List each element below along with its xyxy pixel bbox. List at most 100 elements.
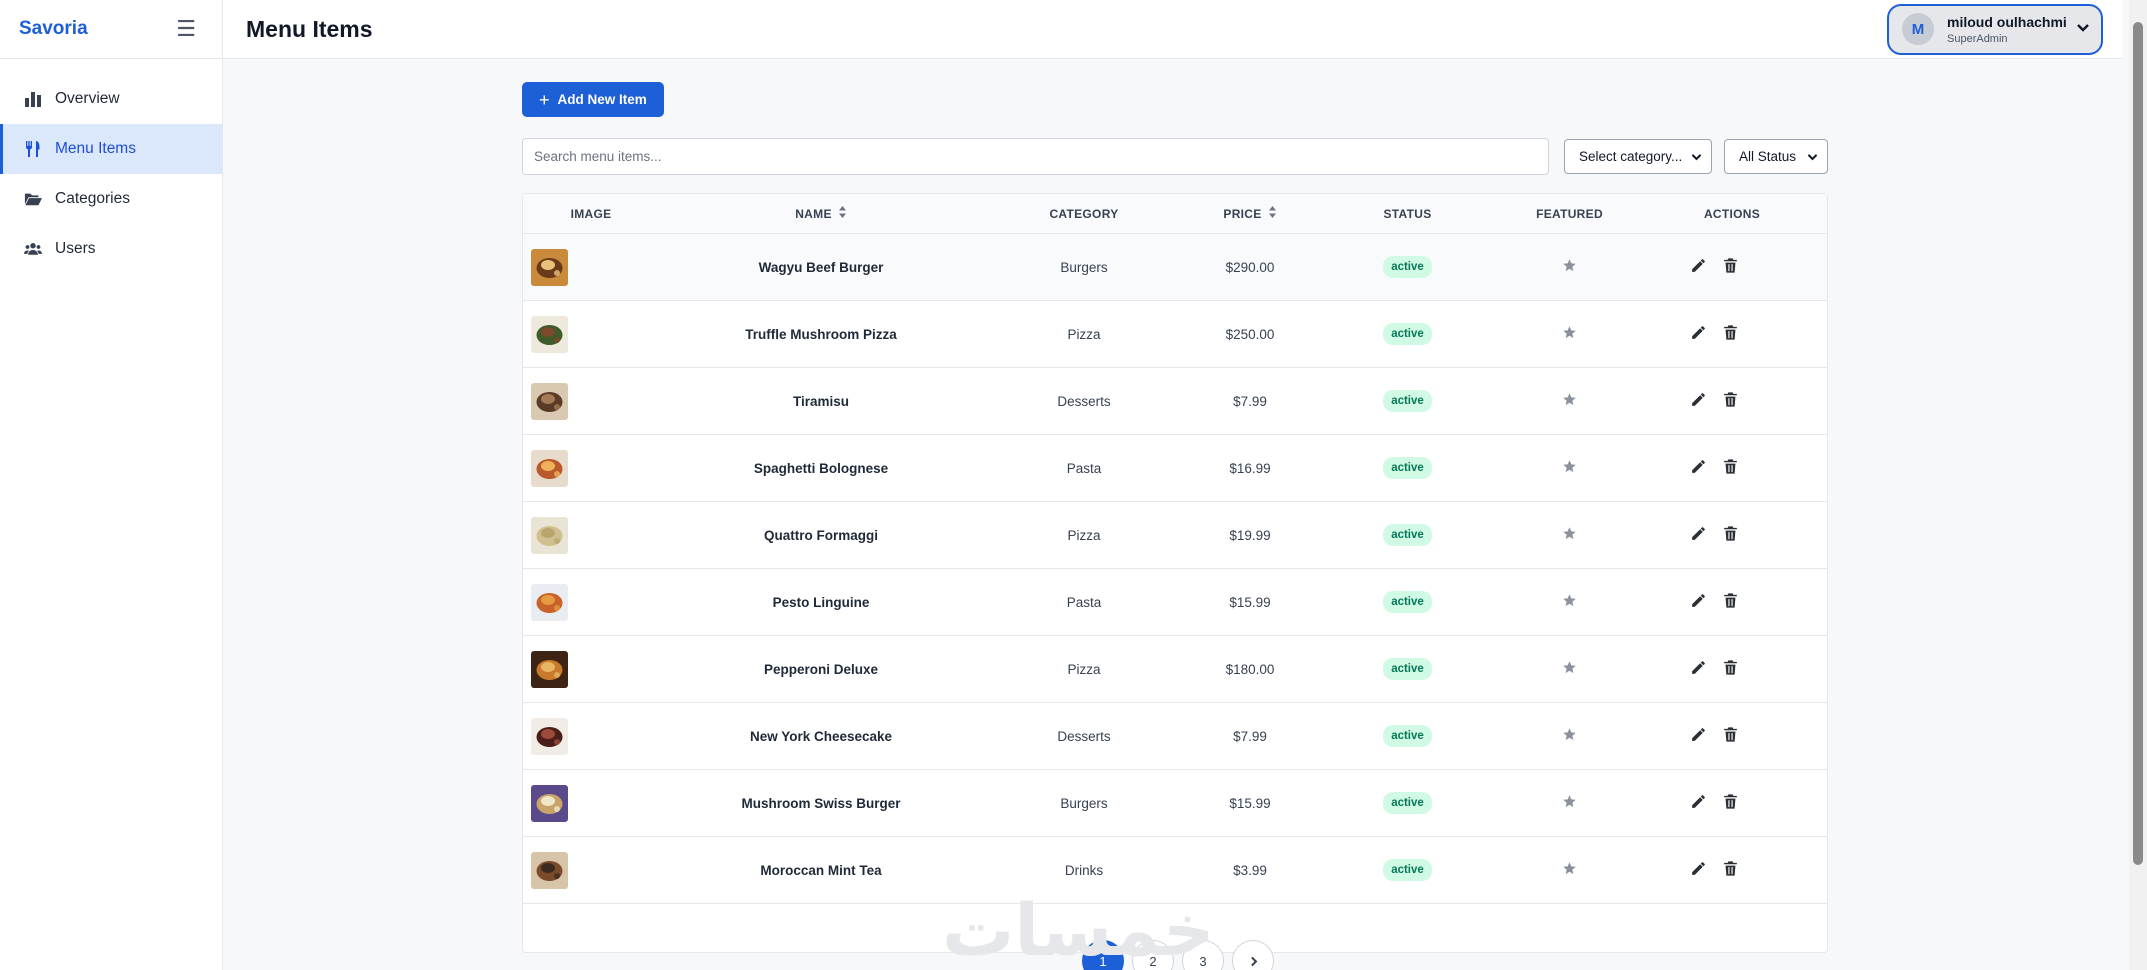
table-row: Pesto Linguine Pasta $15.99 active [523, 569, 1827, 636]
trash-icon[interactable] [1722, 391, 1739, 411]
trash-icon[interactable] [1722, 525, 1739, 545]
table-body: Wagyu Beef Burger Burgers $290.00 active… [523, 234, 1827, 904]
edit-pencil-icon[interactable] [1690, 324, 1707, 344]
trash-icon[interactable] [1722, 324, 1739, 344]
star-icon[interactable] [1562, 727, 1577, 745]
search-input[interactable] [522, 138, 1549, 175]
star-icon[interactable] [1562, 526, 1577, 544]
status-badge: active [1383, 591, 1432, 613]
item-category: Pasta [1066, 594, 1102, 610]
item-price: $7.99 [1233, 393, 1267, 409]
page-button-1[interactable]: 1 [1082, 940, 1124, 970]
row-actions [1690, 860, 1739, 880]
header-name[interactable]: NAME [656, 206, 986, 221]
item-thumbnail [530, 315, 568, 353]
menu-items-table: IMAGE NAME CATEGORY PRICE STATUS FEATURE… [522, 193, 1828, 970]
page-button-2[interactable]: 2 [1132, 940, 1174, 970]
trash-icon[interactable] [1722, 860, 1739, 880]
trash-icon[interactable] [1722, 458, 1739, 478]
table-row: Pepperoni Deluxe Pizza $180.00 active [523, 636, 1827, 703]
trash-icon[interactable] [1722, 726, 1739, 746]
item-category: Drinks [1064, 862, 1104, 878]
edit-pencil-icon[interactable] [1690, 726, 1707, 746]
row-actions [1690, 391, 1739, 411]
star-icon[interactable] [1562, 861, 1577, 879]
star-icon[interactable] [1562, 258, 1577, 276]
star-icon[interactable] [1562, 325, 1577, 343]
avatar: M [1902, 13, 1934, 45]
category-select[interactable]: Select category... [1564, 139, 1712, 174]
star-icon[interactable] [1562, 660, 1577, 678]
status-badge: active [1383, 524, 1432, 546]
status-select[interactable]: All Status [1724, 139, 1828, 174]
status-badge: active [1383, 792, 1432, 814]
trash-icon[interactable] [1722, 793, 1739, 813]
table-row: Wagyu Beef Burger Burgers $290.00 active [523, 234, 1827, 301]
edit-pencil-icon[interactable] [1690, 659, 1707, 679]
filters-bar: Select category... All Status [522, 138, 1828, 175]
page-button-3[interactable]: 3 [1182, 940, 1224, 970]
chevron-down-icon [2075, 19, 2091, 40]
star-icon[interactable] [1562, 593, 1577, 611]
edit-pencil-icon[interactable] [1690, 793, 1707, 813]
trash-icon[interactable] [1722, 659, 1739, 679]
bar-chart-icon [21, 89, 45, 109]
edit-pencil-icon[interactable] [1690, 860, 1707, 880]
hamburger-menu-icon[interactable]: ☰ [176, 18, 196, 40]
status-select-value: All Status [1739, 149, 1797, 164]
star-icon[interactable] [1562, 459, 1577, 477]
item-thumbnail [530, 248, 568, 286]
status-badge: active [1383, 658, 1432, 680]
next-page-button[interactable] [1232, 940, 1274, 970]
sidebar-item-label: Categories [55, 190, 130, 207]
pagination: 1 2 3 [523, 940, 1827, 970]
sidebar: Savoria ☰ Overview Menu Items Categories… [0, 0, 223, 970]
header-featured: FEATURED [1536, 206, 1603, 221]
star-icon[interactable] [1562, 392, 1577, 410]
sort-icon[interactable] [1262, 206, 1277, 221]
star-icon[interactable] [1562, 794, 1577, 812]
trash-icon[interactable] [1722, 257, 1739, 277]
add-new-item-label: Add New Item [557, 92, 647, 107]
sidebar-item-menu-items[interactable]: Menu Items [0, 124, 222, 174]
sidebar-item-categories[interactable]: Categories [0, 174, 222, 224]
table-row: New York Cheesecake Desserts $7.99 activ… [523, 703, 1827, 770]
user-info: miloud oulhachmi SuperAdmin [1947, 14, 2075, 45]
item-thumbnail [530, 717, 568, 755]
header-price[interactable]: PRICE [1182, 206, 1318, 221]
item-thumbnail [530, 449, 568, 487]
brand-logo[interactable]: Savoria [19, 18, 88, 40]
user-name: miloud oulhachmi [1947, 13, 2067, 30]
status-badge: active [1383, 859, 1432, 881]
item-thumbnail [530, 650, 568, 688]
scrollbar-thumb[interactable] [2133, 22, 2143, 865]
status-badge: active [1383, 390, 1432, 412]
user-menu-button[interactable]: M miloud oulhachmi SuperAdmin [1887, 3, 2103, 55]
item-category: Pizza [1067, 661, 1101, 677]
item-price: $290.00 [1225, 259, 1275, 275]
scrollbar[interactable] [2129, 0, 2147, 970]
sidebar-item-overview[interactable]: Overview [0, 74, 222, 124]
item-category: Desserts [1057, 393, 1111, 409]
sort-icon[interactable] [832, 206, 847, 221]
row-actions [1690, 659, 1739, 679]
edit-pencil-icon[interactable] [1690, 257, 1707, 277]
category-select-value: Select category... [1579, 149, 1683, 164]
row-actions [1690, 525, 1739, 545]
add-new-item-button[interactable]: + Add New Item [522, 82, 664, 117]
sidebar-item-label: Overview [55, 90, 120, 107]
table-header: IMAGE NAME CATEGORY PRICE STATUS FEATURE… [523, 194, 1827, 234]
sidebar-item-label: Menu Items [55, 140, 136, 157]
edit-pencil-icon[interactable] [1690, 458, 1707, 478]
edit-pencil-icon[interactable] [1690, 592, 1707, 612]
edit-pencil-icon[interactable] [1690, 391, 1707, 411]
item-price: $15.99 [1229, 795, 1271, 811]
sidebar-item-users[interactable]: Users [0, 224, 222, 274]
utensils-icon [21, 139, 45, 159]
edit-pencil-icon[interactable] [1690, 525, 1707, 545]
item-category: Pizza [1067, 527, 1101, 543]
item-thumbnail [530, 516, 568, 554]
trash-icon[interactable] [1722, 592, 1739, 612]
row-actions [1690, 793, 1739, 813]
table-row: Moroccan Mint Tea Drinks $3.99 active [523, 837, 1827, 904]
